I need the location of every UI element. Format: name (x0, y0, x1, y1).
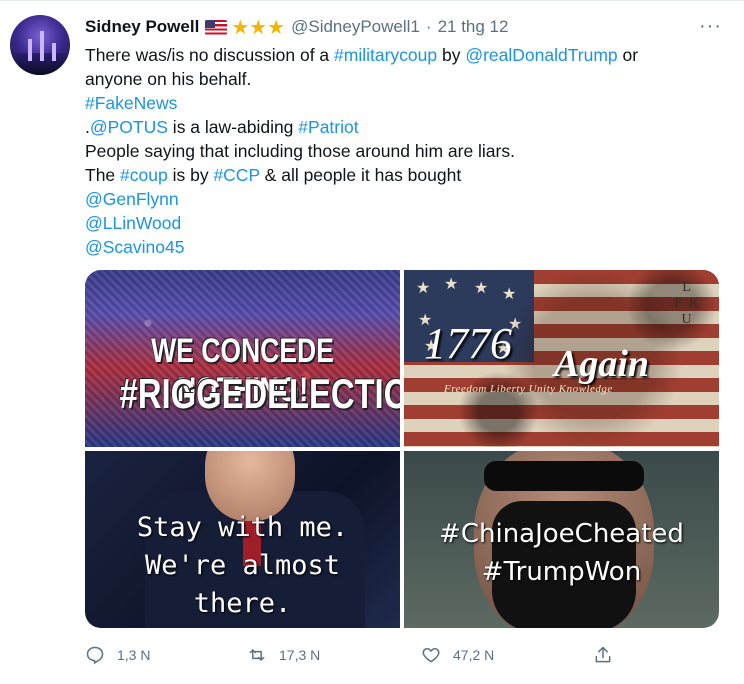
text-segment: is a law-abiding (167, 117, 299, 137)
like-button[interactable]: 47,2 N (421, 641, 494, 669)
mention-link[interactable]: @Scavino45 (85, 235, 715, 259)
image-caption: there. (193, 588, 292, 619)
retweet-icon (249, 649, 265, 661)
reply-icon (86, 646, 104, 665)
hashtag-link[interactable]: #militarycoup (334, 45, 437, 65)
reply-button[interactable]: 1,3 N (85, 641, 150, 669)
text-segment: is by (167, 165, 214, 185)
author-avatar[interactable] (10, 15, 70, 75)
share-button[interactable] (593, 641, 625, 669)
tweet-line: People saying that including those aroun… (85, 141, 515, 161)
media-image-flag[interactable]: ★ ★ ★ ★ ★ ★ ★ ★ LF KU 1776 Again Freedom… (404, 270, 719, 447)
like-count: 47,2 N (453, 647, 495, 663)
tweet-date[interactable]: 21 thg 12 (438, 17, 509, 37)
author-handle[interactable]: @SidneyPowell1 (291, 17, 420, 37)
separator-dot: · (425, 17, 432, 36)
text-segment: by (437, 45, 466, 65)
tweet-line: .@POTUS is a law-abiding #Patriot (85, 115, 715, 139)
star-icon: ★★★ (231, 16, 286, 39)
text-segment: The (85, 165, 121, 185)
author-name[interactable]: Sidney Powell (85, 17, 199, 37)
retweet-button[interactable]: 17,3 N (247, 641, 320, 669)
image-caption: Freedom Liberty Unity Knowledge (444, 383, 613, 395)
image-caption: 1776 (424, 319, 512, 368)
image-caption: We're almost (144, 550, 341, 581)
media-grid: WE CONCEDE NOTHING! #RIGGEDELECTION ★ ★ … (85, 270, 719, 628)
image-caption: Again (554, 343, 650, 385)
figure-glasses (484, 461, 644, 491)
avatar-tower (40, 31, 44, 61)
text-segment: There was/is no discussion of a (85, 45, 335, 65)
image-caption: #ChinaJoeCheated (439, 519, 684, 549)
tweet-header: Sidney Powell ★★★ @SidneyPowell1 · 21 th… (85, 15, 508, 39)
mention-link[interactable]: @realDonaldTrump (465, 45, 617, 65)
image-letters: LF KU (674, 280, 699, 327)
reply-count: 1,3 N (117, 647, 151, 663)
mention-link[interactable]: @GenFlynn (85, 187, 715, 211)
tweet-line: anyone on his behalf. (85, 69, 252, 89)
us-flag-icon (205, 19, 228, 35)
image-caption: #RIGGEDELECTION (119, 370, 400, 417)
avatar-tower (52, 43, 56, 61)
text-segment: & all people it has bought (259, 165, 462, 185)
mention-link[interactable]: @POTUS (90, 117, 168, 137)
hashtag-link[interactable]: #Patriot (298, 117, 358, 137)
tweet-card[interactable]: Sidney Powell ★★★ @SidneyPowell1 · 21 th… (0, 0, 744, 684)
image-caption: Stay with me. (136, 512, 349, 543)
media-image-mask[interactable]: #ChinaJoeCheated #TrumpWon (404, 451, 719, 628)
tweet-line: There was/is no discussion of a #militar… (85, 43, 715, 67)
more-options-icon[interactable]: ··· (699, 15, 722, 38)
text-segment: or (617, 45, 639, 65)
mention-link[interactable]: @LLinWood (85, 211, 715, 235)
tweet-text: There was/is no discussion of a #militar… (85, 43, 715, 259)
share-icon (595, 646, 611, 663)
image-caption: #TrumpWon (481, 557, 642, 587)
heart-icon (422, 648, 440, 663)
avatar-tower (28, 39, 32, 61)
action-bar: 1,3 N 17,3 N 47,2 N (85, 641, 625, 669)
media-image-stay[interactable]: Stay with me. We're almost there. (85, 451, 400, 628)
hashtag-link[interactable]: #FakeNews (85, 91, 715, 115)
tweet-line: The #coup is by #CCP & all people it has… (85, 163, 715, 187)
hashtag-link[interactable]: #coup (120, 165, 168, 185)
hashtag-link[interactable]: #CCP (213, 165, 259, 185)
retweet-count: 17,3 N (279, 647, 321, 663)
media-image-rally[interactable]: WE CONCEDE NOTHING! #RIGGEDELECTION (85, 270, 400, 447)
